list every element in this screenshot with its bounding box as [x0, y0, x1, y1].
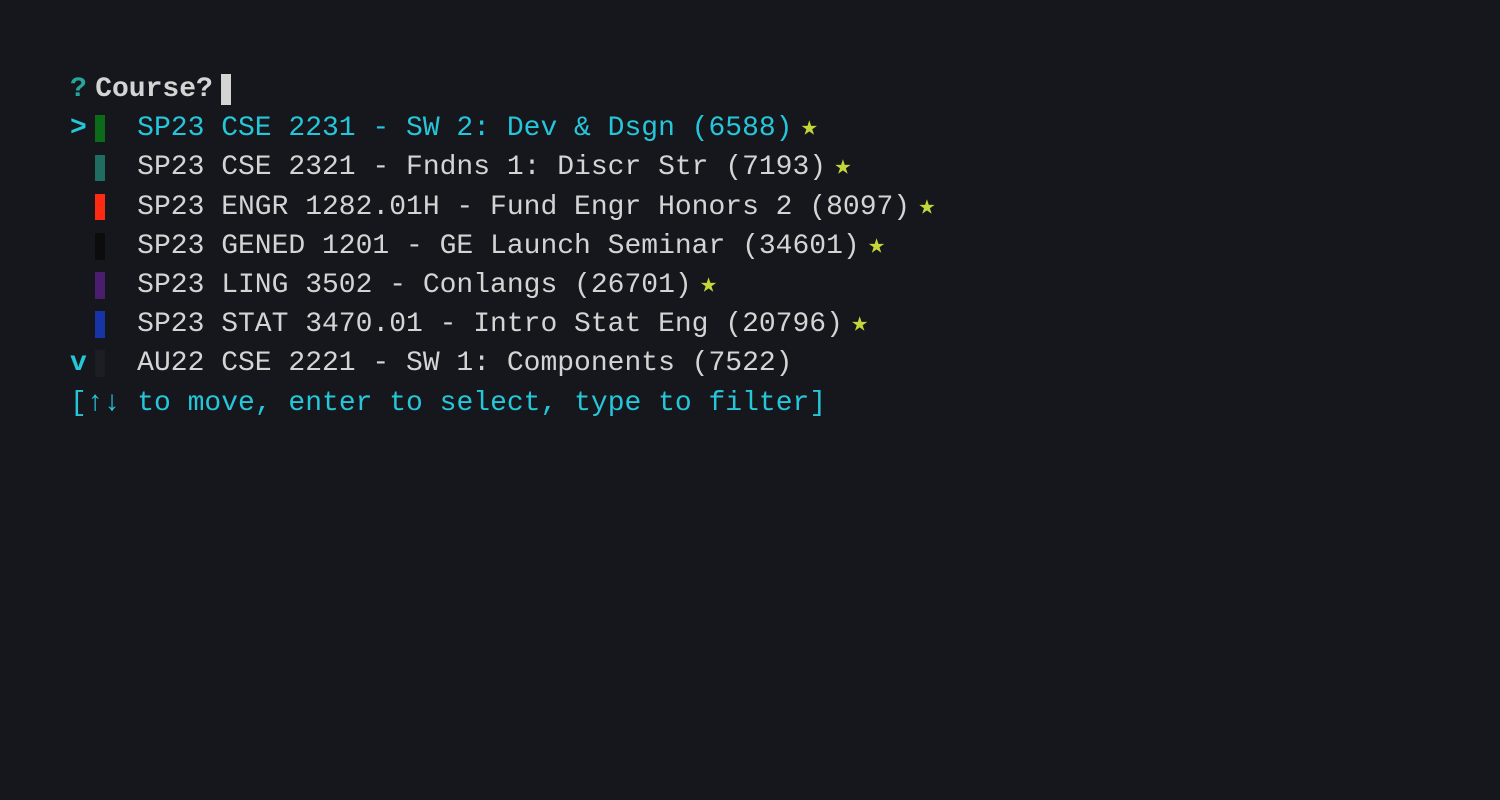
favorite-star-icon: ★ — [919, 188, 936, 227]
course-item-label: SP23 CSE 2321 - Fndns 1: Discr Str (7193… — [120, 148, 826, 187]
favorite-star-icon: ★ — [868, 227, 885, 266]
prompt-question-mark-icon: ? — [70, 70, 87, 109]
pointer-spacer — [70, 305, 87, 344]
prompt-line: ? Course? — [70, 70, 1500, 109]
pointer-spacer — [70, 188, 87, 227]
course-item-label: SP23 LING 3502 - Conlangs (26701) — [120, 266, 691, 305]
favorite-star-icon: ★ — [700, 266, 717, 305]
pointer-spacer — [70, 227, 87, 266]
course-item-label: AU22 CSE 2221 - SW 1: Components (7522) — [120, 344, 792, 383]
course-color-swatch-icon — [95, 148, 112, 187]
keyboard-hint: [↑↓ to move, enter to select, type to fi… — [70, 384, 1500, 423]
course-item[interactable]: SP23 STAT 3470.01 - Intro Stat Eng (2079… — [70, 305, 1500, 344]
course-color-swatch-icon — [95, 227, 112, 266]
course-item[interactable]: SP23 GENED 1201 - GE Launch Seminar (346… — [70, 227, 1500, 266]
pointer-spacer — [70, 266, 87, 305]
course-item[interactable]: SP23 CSE 2321 - Fndns 1: Discr Str (7193… — [70, 148, 1500, 187]
course-item[interactable]: SP23 ENGR 1282.01H - Fund Engr Honors 2 … — [70, 188, 1500, 227]
text-cursor-icon[interactable] — [221, 74, 231, 105]
course-color-swatch-icon — [95, 109, 112, 148]
course-item-label: SP23 ENGR 1282.01H - Fund Engr Honors 2 … — [120, 188, 910, 227]
course-list[interactable]: > SP23 CSE 2231 - SW 2: Dev & Dsgn (6588… — [70, 109, 1500, 383]
favorite-star-icon: ★ — [851, 305, 868, 344]
course-item-label: SP23 CSE 2231 - SW 2: Dev & Dsgn (6588) — [120, 109, 792, 148]
course-color-swatch-icon — [95, 266, 112, 305]
course-item-label: SP23 GENED 1201 - GE Launch Seminar (346… — [120, 227, 859, 266]
more-below-icon: v — [70, 344, 87, 383]
course-color-swatch-icon — [95, 344, 112, 383]
course-item[interactable]: SP23 LING 3502 - Conlangs (26701)★ — [70, 266, 1500, 305]
prompt-label: Course? — [95, 70, 213, 109]
favorite-star-icon: ★ — [834, 148, 851, 187]
course-item[interactable]: v AU22 CSE 2221 - SW 1: Components (7522… — [70, 344, 1500, 383]
selection-pointer-icon: > — [70, 109, 87, 148]
favorite-star-icon: ★ — [801, 109, 818, 148]
course-item[interactable]: > SP23 CSE 2231 - SW 2: Dev & Dsgn (6588… — [70, 109, 1500, 148]
course-color-swatch-icon — [95, 305, 112, 344]
course-color-swatch-icon — [95, 188, 112, 227]
pointer-spacer — [70, 148, 87, 187]
course-item-label: SP23 STAT 3470.01 - Intro Stat Eng (2079… — [120, 305, 843, 344]
